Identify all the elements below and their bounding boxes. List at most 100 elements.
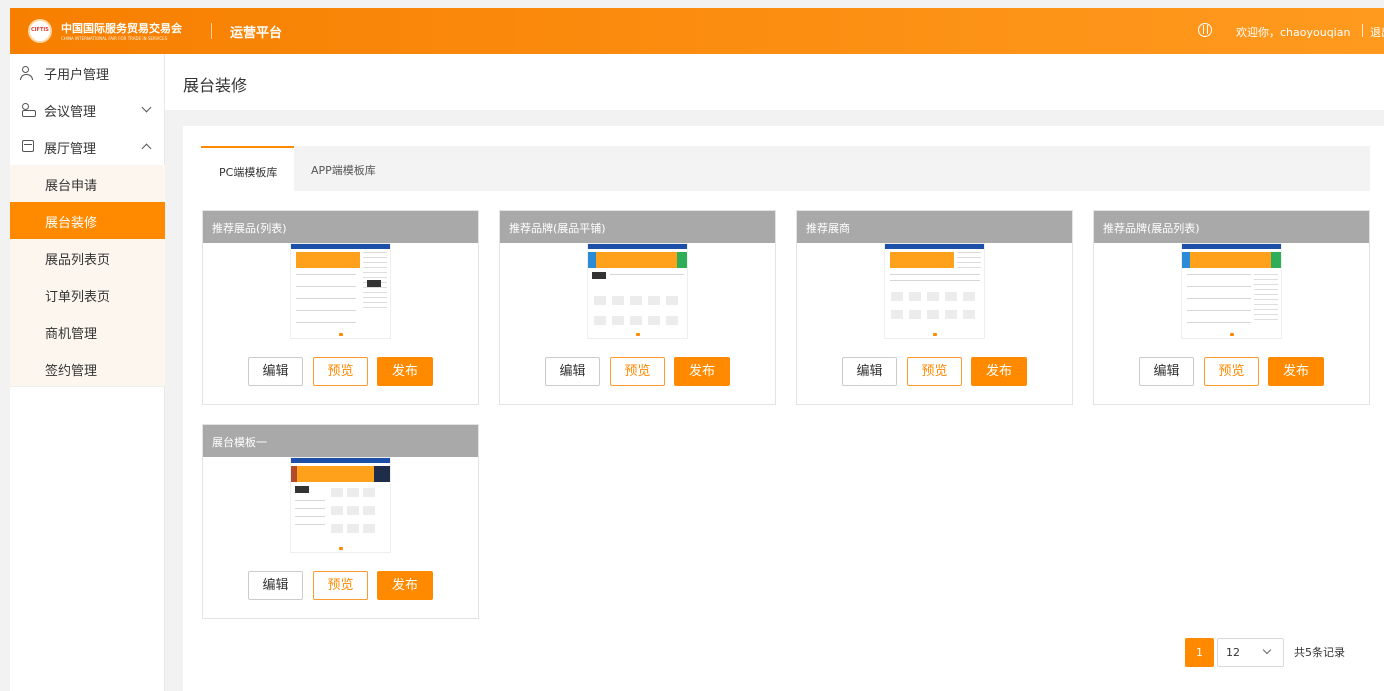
page-header: 展台装修: [165, 54, 1384, 110]
card-title: 推荐展商: [806, 222, 850, 235]
platform-title: 运营平台: [230, 26, 283, 41]
thumb-block: [367, 280, 381, 287]
sidebar-item-label: 子用户管理: [44, 68, 110, 83]
org-name: 中国国际服务贸易交易会: [61, 22, 182, 35]
thumb-tile: [363, 506, 375, 515]
sidebar-subitem-label: 展品列表页: [45, 253, 111, 268]
main-panel: PC端模板库 APP端模板库 推荐展品(列表) 编辑 预览 发布 推荐品牌(展品…: [183, 126, 1384, 691]
preview-button[interactable]: 预览: [1204, 357, 1259, 386]
thumb-tile: [927, 292, 939, 301]
submenu: 展台申请 展台装修 展品列表页 订单列表页 商机管理 签约管理: [10, 165, 165, 387]
thumb-tile: [331, 524, 343, 533]
edit-button[interactable]: 编辑: [1139, 357, 1194, 386]
thumb-dot: [636, 333, 640, 336]
page-size-value: 12: [1226, 646, 1240, 659]
thumb-tile: [347, 524, 359, 533]
edit-button[interactable]: 编辑: [248, 571, 303, 600]
template-thumbnail[interactable]: [1181, 243, 1282, 339]
thumb-dot: [1230, 333, 1234, 336]
globe-icon[interactable]: [1198, 23, 1212, 37]
template-tabs: PC端模板库 APP端模板库: [201, 146, 1370, 191]
thumb-banner: [588, 252, 687, 268]
sidebar-subitem-order-list[interactable]: 订单列表页: [10, 276, 165, 313]
thumb-line: [295, 508, 325, 509]
page-title: 展台装修: [183, 76, 248, 95]
thumb-line: [295, 516, 325, 517]
thumb-line: [296, 298, 356, 299]
thumb-tile: [666, 316, 678, 325]
tab-pc-templates[interactable]: PC端模板库: [201, 146, 294, 191]
chevron-up-icon: [141, 143, 152, 154]
publish-button[interactable]: 发布: [674, 357, 730, 386]
thumb-nav: [291, 244, 390, 249]
ciftis-logo-icon: [28, 19, 52, 43]
preview-button[interactable]: 预览: [610, 357, 665, 386]
page-size-select[interactable]: 12: [1217, 638, 1284, 667]
edit-button[interactable]: 编辑: [545, 357, 600, 386]
thumb-tile: [945, 310, 957, 319]
thumb-tile: [909, 310, 921, 319]
thumb-line: [296, 286, 356, 287]
org-name-en: CHINA INTERNATIONAL FAIR FOR TRADE IN SE…: [61, 36, 168, 41]
thumb-block: [592, 272, 606, 279]
card-title: 推荐品牌(展品列表): [1103, 222, 1200, 235]
thumb-nav: [588, 244, 687, 249]
preview-button[interactable]: 预览: [313, 571, 368, 600]
welcome-text: 欢迎你，chaoyouqian: [1236, 26, 1351, 39]
sidebar-item-exhibition-hall[interactable]: 展厅管理: [10, 128, 165, 165]
sidebar-subitem-contract[interactable]: 签约管理: [10, 350, 165, 387]
template-thumbnail[interactable]: [290, 243, 391, 339]
thumb-nav: [291, 458, 390, 463]
thumb-dot: [339, 333, 343, 336]
thumb-tile: [630, 296, 642, 305]
logout-link[interactable]: 退出: [1370, 24, 1384, 40]
preview-button[interactable]: 预览: [907, 357, 962, 386]
publish-button[interactable]: 发布: [377, 571, 433, 600]
sidebar-item-label: 展厅管理: [44, 142, 97, 157]
thumb-tile: [666, 296, 678, 305]
sidebar-subitem-booth-decoration[interactable]: 展台装修: [10, 202, 165, 239]
thumb-line: [1187, 322, 1251, 323]
tab-app-templates[interactable]: APP端模板库: [294, 146, 398, 191]
template-thumbnail[interactable]: [587, 243, 688, 339]
publish-button[interactable]: 发布: [971, 357, 1027, 386]
thumb-dot: [933, 333, 937, 336]
sidebar-subitem-label: 展台装修: [45, 216, 98, 231]
thumb-tile: [331, 488, 343, 497]
thumb-tile: [963, 310, 975, 319]
header-divider: [1362, 24, 1363, 37]
preview-button[interactable]: 预览: [313, 357, 368, 386]
edit-button[interactable]: 编辑: [248, 357, 303, 386]
thumb-tile: [594, 316, 606, 325]
thumb-tile: [945, 292, 957, 301]
sidebar-divider: [10, 386, 165, 387]
users-icon: [20, 66, 33, 80]
thumb-dot: [339, 547, 343, 550]
thumb-block: [295, 486, 309, 493]
thumb-banner: [291, 466, 390, 482]
thumb-line: [890, 274, 980, 275]
template-thumbnail[interactable]: [884, 243, 985, 339]
sidebar-item-sub-users[interactable]: 子用户管理: [10, 54, 165, 91]
sidebar-item-meetings[interactable]: 会议管理: [10, 91, 165, 128]
publish-button[interactable]: 发布: [1268, 357, 1324, 386]
thumb-tile: [347, 506, 359, 515]
template-thumbnail[interactable]: [290, 457, 391, 553]
thumb-tile: [363, 524, 375, 533]
thumb-line: [1187, 298, 1251, 299]
sidebar-subitem-booth-apply[interactable]: 展台申请: [10, 165, 165, 202]
thumb-tile: [909, 292, 921, 301]
sidebar-subitem-product-list[interactable]: 展品列表页: [10, 239, 165, 276]
hall-icon: [22, 140, 34, 152]
pagination-current-page[interactable]: 1: [1185, 638, 1214, 667]
thumb-tile: [927, 310, 939, 319]
edit-button[interactable]: 编辑: [842, 357, 897, 386]
chevron-down-icon: [1262, 645, 1272, 655]
thumb-tile: [648, 296, 660, 305]
card-header: 推荐展品(列表): [203, 211, 478, 243]
thumb-tile: [363, 488, 375, 497]
sidebar-subitem-business-opportunity[interactable]: 商机管理: [10, 313, 165, 350]
publish-button[interactable]: 发布: [377, 357, 433, 386]
thumb-line: [296, 322, 356, 323]
thumb-line: [296, 274, 356, 275]
